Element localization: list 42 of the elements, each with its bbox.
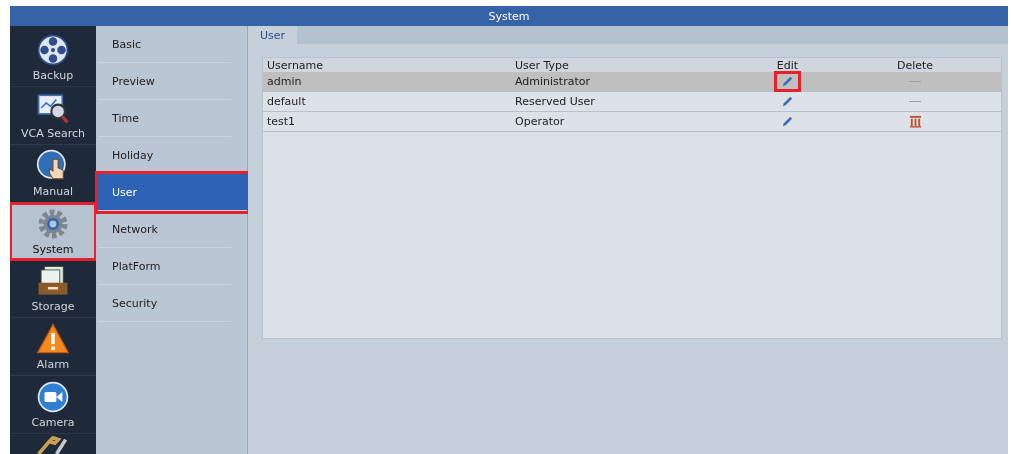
nav-item[interactable]: Alarm [10, 318, 96, 377]
video-camera-icon [36, 380, 70, 415]
submenu-item[interactable]: Time [98, 100, 231, 137]
table-row[interactable]: default Reserved User [263, 92, 1001, 112]
submenu-item[interactable]: PlatForm [98, 248, 231, 285]
tab[interactable]: User [248, 26, 298, 44]
column-header: Username [266, 58, 325, 72]
submenu-item[interactable]: Basic [98, 26, 231, 63]
username-text: test1 [267, 115, 296, 128]
table-row[interactable]: test1 Operator [263, 112, 1001, 132]
nav-label: VCA Search [21, 126, 85, 140]
username-text: default [267, 95, 306, 108]
nav-label: Storage [31, 300, 75, 314]
user-type-text: Operator [515, 115, 565, 128]
trash-icon [908, 115, 922, 128]
nav-item[interactable]: System [10, 202, 96, 261]
pencil-icon [781, 75, 794, 88]
username-text: admin [267, 75, 302, 88]
pencil-icon [781, 95, 794, 108]
edit-button[interactable] [777, 74, 798, 89]
nav-item[interactable]: Backup [10, 29, 96, 87]
user-type-text: Administrator [515, 75, 590, 88]
nav-item[interactable]: Camera [10, 376, 96, 434]
nav-label: Alarm [36, 358, 70, 372]
submenu-item[interactable]: Network [98, 211, 231, 248]
nav-item[interactable]: Storage [10, 260, 96, 319]
column-header: Delete [895, 58, 935, 72]
nav-item[interactable]: VCA Search [10, 86, 96, 145]
nav-label: Manual [33, 184, 73, 198]
nav-label: Camera [31, 416, 75, 430]
column-header: Edit [775, 58, 800, 72]
user-type-text: Reserved User [515, 95, 595, 108]
submenu-item[interactable]: Security [98, 285, 231, 322]
submenu-item[interactable]: User [98, 174, 247, 211]
column-header: User Type [514, 58, 570, 72]
nav-label: Backup [32, 68, 74, 82]
nav-label: System [32, 242, 74, 256]
window-title: System [10, 6, 1008, 26]
table-row[interactable]: admin Administrator [263, 72, 1001, 92]
pencil-icon [781, 115, 794, 128]
film-reel-icon [36, 32, 70, 67]
submenu-item[interactable]: Preview [98, 63, 231, 100]
